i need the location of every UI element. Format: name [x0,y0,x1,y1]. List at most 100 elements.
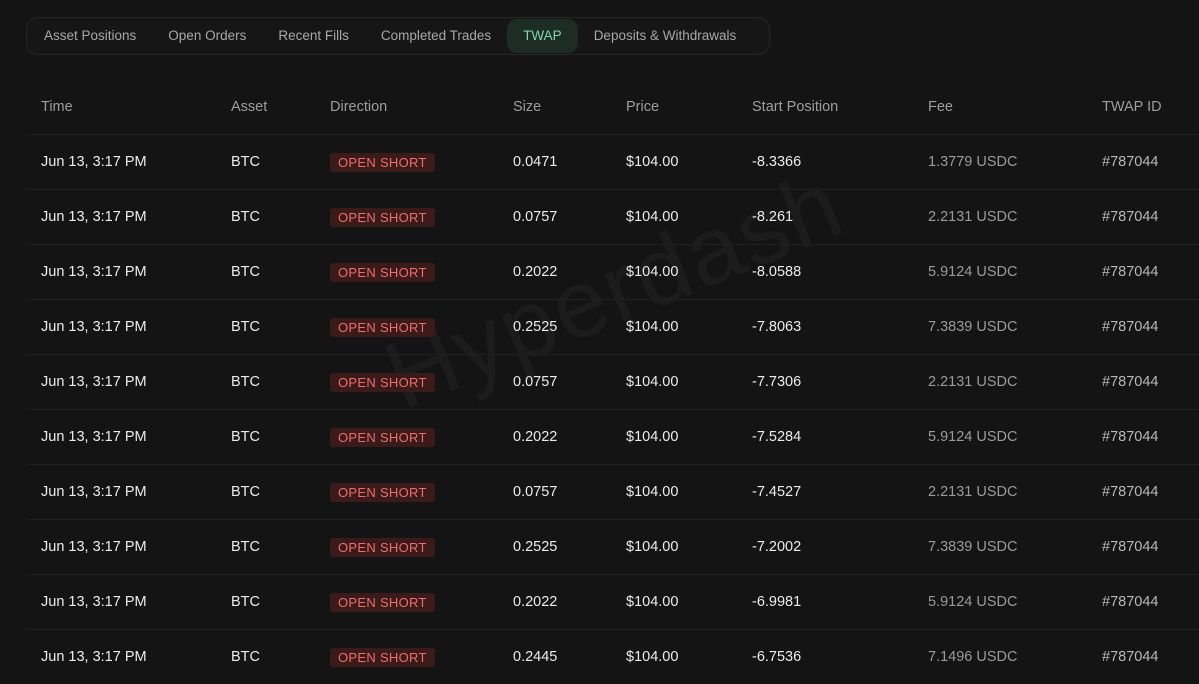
table-row: Jun 13, 3:17 PMBTC OPEN SHORT 0.0471$104.0… [26,135,1199,190]
direction-badge: OPEN SHORT [330,648,435,667]
tab-completed-trades[interactable]: Completed Trades [365,19,507,53]
tab-twap[interactable]: TWAP [507,19,578,53]
tab-deposits-withdrawals[interactable]: Deposits & Withdrawals [578,19,753,53]
tab-open-orders[interactable]: Open Orders [152,19,262,53]
start-position-cell: -8.3366 [737,135,913,190]
asset-cell: BTC [216,245,315,300]
table-row: Jun 13, 3:17 PMBTC OPEN SHORT 0.0757$104.0… [26,355,1199,410]
asset-cell: BTC [216,355,315,410]
price-cell: $104.00 [611,300,737,355]
column-header-size: Size [498,79,611,135]
asset-cell: BTC [216,630,315,684]
column-header-time: Time [26,79,216,135]
time-cell: Jun 13, 3:17 PM [26,630,216,684]
twap-id-cell: #787044 [1087,190,1199,245]
start-position-cell: -7.4527 [737,465,913,520]
table-row: Jun 13, 3:17 PMBTCOPEN SHORT0.2022$104.0… [26,245,1199,300]
fee-cell: 5.9124 USDC [913,245,1087,300]
asset-cell: BTC [216,135,315,190]
column-header-twap-id: TWAP ID [1087,79,1199,135]
size-cell: 0.0757 [498,355,611,410]
price-cell: $104.00 [611,355,737,410]
column-header-asset: Asset [216,79,315,135]
direction-cell: OPEN SHORT [315,355,498,410]
column-header-start-position: Start Position [737,79,913,135]
direction-badge: OPEN SHORT [330,153,435,172]
time-cell: Jun 13, 3:17 PM [26,300,216,355]
direction-badge: OPEN SHORT [330,373,435,392]
tab-bar: Asset Positions Open Orders Recent Fills… [26,17,770,55]
start-position-cell: -6.9981 [737,575,913,630]
price-cell: $104.00 [611,630,737,684]
fee-cell: 7.3839 USDC [913,300,1087,355]
twap-id-cell: #787044 [1087,465,1199,520]
asset-cell: BTC [216,520,315,575]
price-cell: $104.00 [611,135,737,190]
fee-cell: 2.2131 USDC [913,190,1087,245]
table-row: Jun 13, 3:17 PMBTCOPEN SHORT0.0757$104.0… [26,190,1199,245]
size-cell: 0.0757 [498,190,611,245]
direction-cell: OPEN SHORT [315,190,498,245]
time-cell: Jun 13, 3:17 PM [26,135,216,190]
tab-recent-fills[interactable]: Recent Fills [262,19,365,53]
direction-cell: OPEN SHORT [315,410,498,465]
fee-cell: 5.9124 USDC [913,575,1087,630]
asset-cell: BTC [216,410,315,465]
direction-badge: OPEN SHORT [330,483,435,502]
price-cell: $104.00 [611,465,737,520]
time-cell: Jun 13, 3:17 PM [26,355,216,410]
direction-cell: OPEN SHORT [315,245,498,300]
twap-id-cell: #787044 [1087,520,1199,575]
time-cell: Jun 13, 3:17 PM [26,245,216,300]
table-row: Jun 13, 3:17 PMBTCOPEN SHORT0.2022$104.0… [26,575,1199,630]
direction-badge: OPEN SHORT [330,428,435,447]
table-row: Jun 13, 3:17 PMBTC OPEN SHORT 0.2525$104.0… [26,520,1199,575]
twap-id-cell: #787044 [1087,245,1199,300]
column-header-fee: Fee [913,79,1087,135]
start-position-cell: -7.8063 [737,300,913,355]
size-cell: 0.2022 [498,410,611,465]
twap-table: Time Asset Direction Size Price Start Po… [26,79,1199,684]
fee-cell: 7.3839 USDC [913,520,1087,575]
fee-cell: 2.2131 USDC [913,465,1087,520]
table-row: Jun 13, 3:17 PMBTC OPEN SHORT 0.2445$104.0… [26,630,1199,684]
column-header-direction: Direction [315,79,498,135]
column-header-price: Price [611,79,737,135]
twap-id-cell: #787044 [1087,575,1199,630]
asset-cell: BTC [216,575,315,630]
table-header-row: Time Asset Direction Size Price Start Po… [26,79,1199,135]
fee-cell: 1.3779 USDC [913,135,1087,190]
direction-badge: OPEN SHORT [330,538,435,557]
time-cell: Jun 13, 3:17 PM [26,575,216,630]
fee-cell: 7.1496 USDC [913,630,1087,684]
tab-asset-positions[interactable]: Asset Positions [28,19,152,53]
asset-cell: BTC [216,465,315,520]
direction-badge: OPEN SHORT [330,263,435,282]
fee-cell: 5.9124 USDC [913,410,1087,465]
start-position-cell: -8.261 [737,190,913,245]
start-position-cell: -6.7536 [737,630,913,684]
direction-badge: OPEN SHORT [330,593,435,612]
time-cell: Jun 13, 3:17 PM [26,410,216,465]
size-cell: 0.2525 [498,520,611,575]
size-cell: 0.2525 [498,300,611,355]
size-cell: 0.0471 [498,135,611,190]
time-cell: Jun 13, 3:17 PM [26,465,216,520]
fee-cell: 2.2131 USDC [913,355,1087,410]
direction-cell: OPEN SHORT [315,575,498,630]
size-cell: 0.2445 [498,630,611,684]
asset-cell: BTC [216,300,315,355]
twap-id-cell: #787044 [1087,300,1199,355]
twap-id-cell: #787044 [1087,135,1199,190]
time-cell: Jun 13, 3:17 PM [26,520,216,575]
size-cell: 0.2022 [498,575,611,630]
twap-id-cell: #787044 [1087,355,1199,410]
start-position-cell: -7.7306 [737,355,913,410]
time-cell: Jun 13, 3:17 PM [26,190,216,245]
table-row: Jun 13, 3:17 PMBTCOPEN SHORT0.2022$104.0… [26,410,1199,465]
direction-badge: OPEN SHORT [330,318,435,337]
price-cell: $104.00 [611,520,737,575]
direction-badge: OPEN SHORT [330,208,435,227]
direction-cell: OPEN SHORT [315,135,498,190]
table-row: Jun 13, 3:17 PMBTCOPEN SHORT0.0757$104.0… [26,465,1199,520]
